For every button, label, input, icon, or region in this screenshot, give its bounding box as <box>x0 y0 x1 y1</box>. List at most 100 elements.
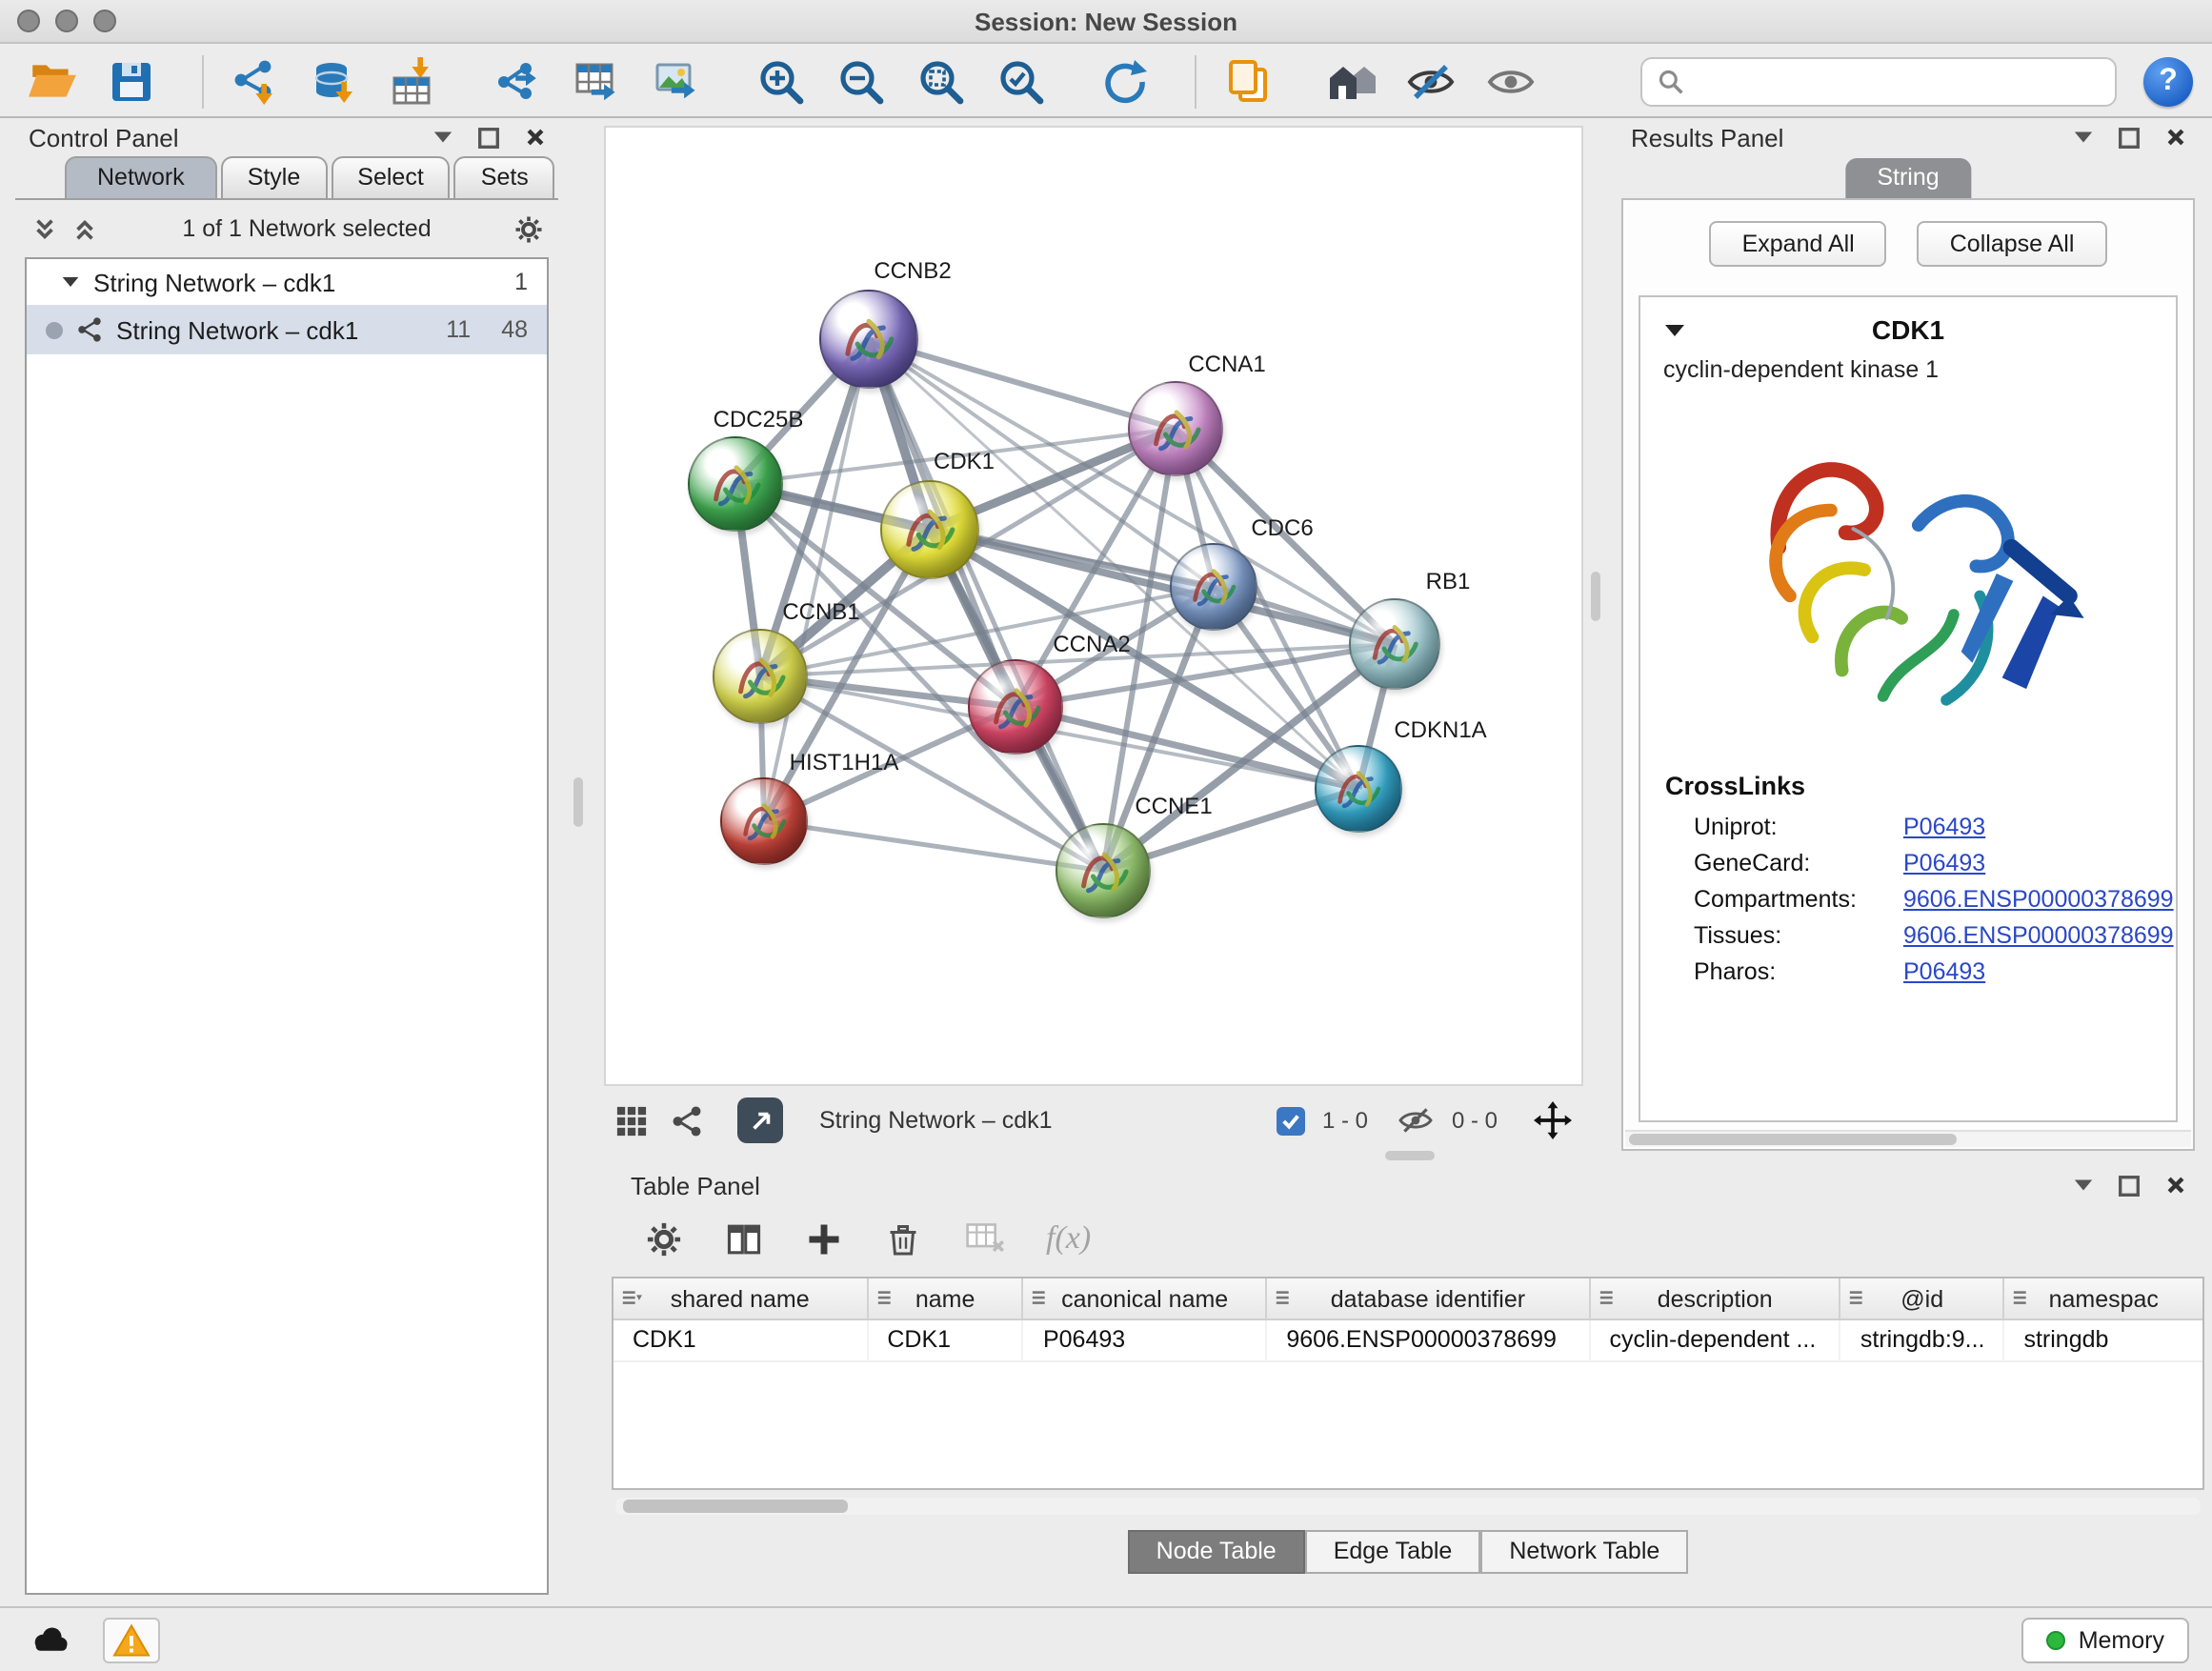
view-grid-button[interactable] <box>612 1101 650 1139</box>
import-network-database-button[interactable] <box>303 51 368 111</box>
network-node-CDK1[interactable] <box>880 480 979 579</box>
import-network-file-button[interactable] <box>223 51 288 111</box>
network-node-CCNA1[interactable] <box>1128 381 1223 476</box>
network-node-CDC6[interactable] <box>1170 543 1257 631</box>
open-session-button[interactable] <box>19 51 84 111</box>
cell-name[interactable]: CDK1 <box>868 1320 1024 1360</box>
network-edge[interactable] <box>764 821 1103 871</box>
detach-view-button[interactable] <box>737 1097 783 1143</box>
import-table-button[interactable] <box>383 51 448 111</box>
warnings-button[interactable] <box>103 1617 160 1662</box>
zoom-out-button[interactable] <box>829 51 894 111</box>
panel-float-button[interactable] <box>2115 1171 2143 1199</box>
cell-id[interactable]: stringdb:9... <box>1841 1320 2005 1360</box>
panel-menu-button[interactable] <box>2069 1171 2098 1199</box>
tab-sets[interactable]: Sets <box>454 156 555 198</box>
hide-selected-button[interactable] <box>1398 51 1463 111</box>
zoom-in-button[interactable] <box>749 51 814 111</box>
results-tab-string[interactable]: String <box>1844 158 1971 198</box>
network-node-CDKN1A[interactable] <box>1315 745 1402 833</box>
column-header-description[interactable]: description <box>1591 1278 1841 1319</box>
right-splitter-handle[interactable] <box>1591 572 1600 621</box>
column-header-shared-name[interactable]: shared name <box>613 1278 868 1319</box>
column-header-name[interactable]: name <box>868 1278 1024 1319</box>
column-header-canonical-name[interactable]: canonical name <box>1024 1278 1267 1319</box>
column-header-id[interactable]: @id <box>1841 1278 2005 1319</box>
search-input[interactable] <box>1696 68 2100 94</box>
export-table-button[interactable] <box>566 51 631 111</box>
panel-menu-button[interactable] <box>2069 123 2098 151</box>
network-node-CDC25B[interactable] <box>688 436 783 532</box>
panel-float-button[interactable] <box>474 123 503 151</box>
save-session-button[interactable] <box>99 51 164 111</box>
show-all-button[interactable] <box>1478 51 1543 111</box>
network-node-CCNB1[interactable] <box>713 629 808 724</box>
collection-expand-icon[interactable] <box>61 274 80 290</box>
left-splitter-handle[interactable] <box>573 777 583 827</box>
panel-close-button[interactable] <box>2161 1171 2189 1199</box>
zoom-fit-button[interactable] <box>909 51 974 111</box>
tab-network-table[interactable]: Network Table <box>1480 1530 1688 1574</box>
table-horizontal-scrollbar[interactable] <box>615 1498 2201 1515</box>
network-node-HIST1H1A[interactable] <box>720 777 808 865</box>
scrollbar-thumb[interactable] <box>623 1500 848 1513</box>
memory-button[interactable]: Memory <box>2021 1617 2189 1662</box>
crosslink-pharos[interactable]: P06493 <box>1903 958 1985 985</box>
expand-all-button[interactable]: Expand All <box>1710 221 1887 267</box>
network-canvas[interactable]: CCNB2CCNA1CDC25BCDK1CDC6RB1CCNB1CCNA2CDK… <box>604 126 1583 1086</box>
cell-shared-name[interactable]: CDK1 <box>613 1320 868 1360</box>
panel-close-button[interactable] <box>2161 123 2189 151</box>
search-box[interactable] <box>1640 56 2117 106</box>
export-image-button[interactable] <box>646 51 711 111</box>
tab-select[interactable]: Select <box>331 156 451 198</box>
pan-mode-button[interactable] <box>1530 1097 1576 1143</box>
table-row[interactable]: CDK1 CDK1 P06493 9606.ENSP00000378699 cy… <box>613 1320 2202 1362</box>
apply-layout-button[interactable] <box>1092 51 1156 111</box>
show-columns-button[interactable] <box>722 1218 764 1259</box>
copy-button[interactable] <box>1216 51 1280 111</box>
cloud-status-button[interactable] <box>23 1617 76 1662</box>
cell-namespace[interactable]: stringdb <box>2004 1320 2202 1360</box>
cell-canonical-name[interactable]: P06493 <box>1024 1320 1267 1360</box>
cell-description[interactable]: cyclin-dependent ... <box>1591 1320 1841 1360</box>
section-collapse-icon[interactable] <box>1663 321 1686 338</box>
zoom-selected-button[interactable] <box>989 51 1054 111</box>
results-horizontal-scrollbar[interactable] <box>1625 1130 2191 1147</box>
function-builder-button[interactable]: f(x) <box>1046 1219 1091 1258</box>
tab-node-table[interactable]: Node Table <box>1128 1530 1305 1574</box>
network-node-RB1[interactable] <box>1349 598 1440 690</box>
network-options-button[interactable] <box>514 214 543 243</box>
selected-indicator-checkbox[interactable] <box>1277 1106 1305 1135</box>
cell-database-identifier[interactable]: 9606.ENSP00000378699 <box>1267 1320 1590 1360</box>
add-column-button[interactable] <box>802 1218 844 1259</box>
network-node-CCNE1[interactable] <box>1056 823 1151 918</box>
scrollbar-thumb[interactable] <box>1629 1134 1958 1145</box>
expand-all-networks-button[interactable] <box>30 214 59 243</box>
tab-style[interactable]: Style <box>221 156 328 198</box>
network-node-CCNA2[interactable] <box>968 659 1063 755</box>
network-overview-button[interactable] <box>1318 51 1383 111</box>
crosslink-compartments[interactable]: 9606.ENSP00000378699 <box>1903 886 2174 913</box>
panel-close-button[interactable] <box>520 123 549 151</box>
help-button[interactable]: ? <box>2143 56 2193 106</box>
network-row-selected[interactable]: String Network – cdk1 1148 <box>27 305 547 354</box>
tab-network[interactable]: Network <box>65 156 217 198</box>
column-header-namespace[interactable]: namespac <box>2005 1278 2203 1319</box>
network-edge[interactable] <box>869 339 1103 871</box>
column-header-database-identifier[interactable]: database identifier <box>1267 1278 1590 1319</box>
export-network-button[interactable] <box>486 51 551 111</box>
tab-edge-table[interactable]: Edge Table <box>1305 1530 1481 1574</box>
view-network-button[interactable] <box>667 1101 705 1139</box>
panel-menu-button[interactable] <box>429 123 457 151</box>
crosslink-genecard[interactable]: P06493 <box>1903 850 1985 876</box>
delete-table-button[interactable] <box>962 1218 1008 1259</box>
panel-float-button[interactable] <box>2115 123 2143 151</box>
bottom-splitter-handle[interactable] <box>1385 1151 1435 1160</box>
collapse-all-button[interactable]: Collapse All <box>1918 221 2107 267</box>
network-collection-row[interactable]: String Network – cdk1 1 <box>27 259 547 305</box>
collapse-all-networks-button[interactable] <box>70 214 99 243</box>
crosslink-tissues[interactable]: 9606.ENSP00000378699 <box>1903 922 2174 949</box>
delete-column-button[interactable] <box>882 1218 924 1259</box>
crosslink-uniprot[interactable]: P06493 <box>1903 814 1985 840</box>
network-edge[interactable] <box>930 530 1395 644</box>
